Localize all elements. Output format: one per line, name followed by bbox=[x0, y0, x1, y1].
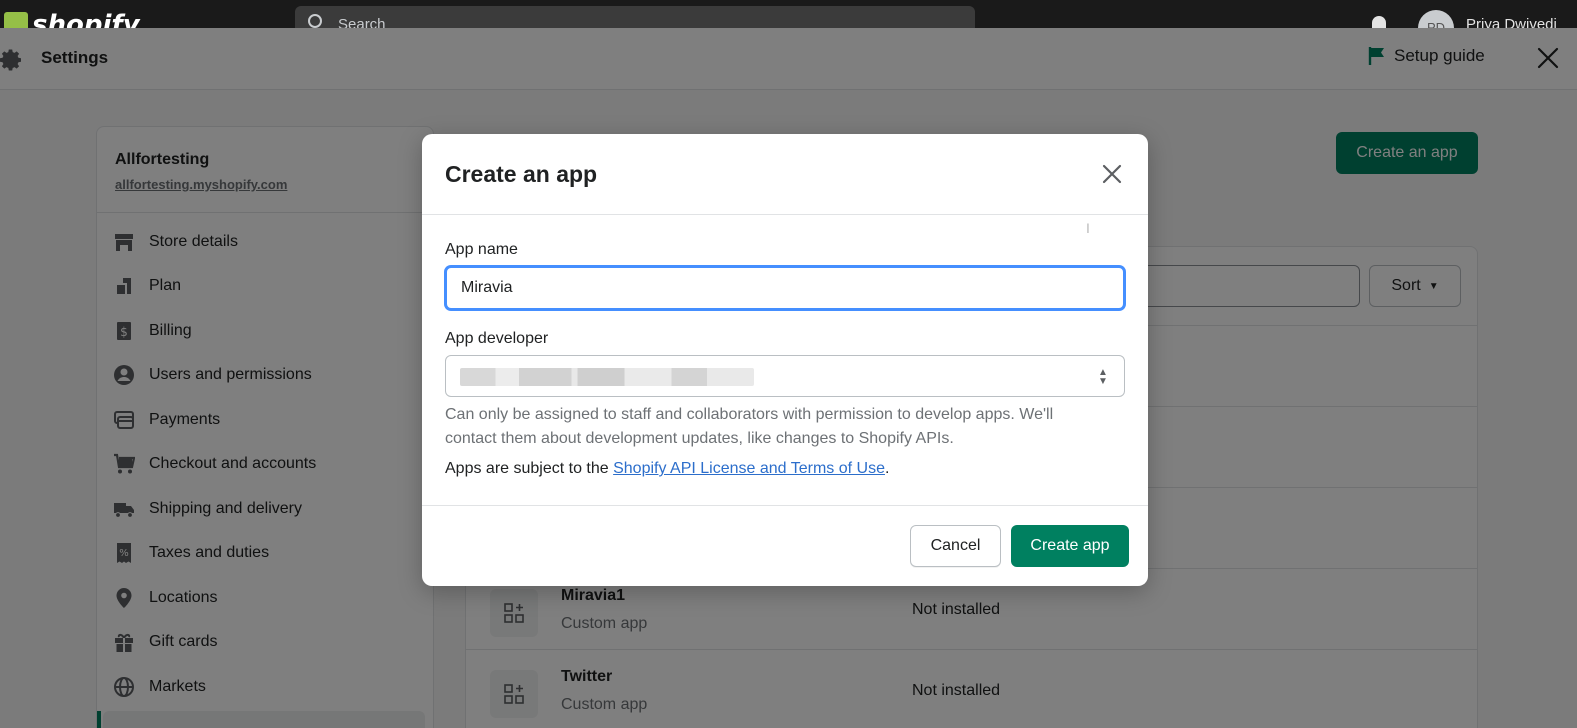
avatar[interactable]: PD bbox=[1418, 10, 1454, 28]
modal-footer: Cancel Create app bbox=[422, 505, 1148, 586]
search-icon bbox=[308, 14, 322, 28]
bell-icon[interactable] bbox=[1372, 16, 1386, 28]
developer-help-text: Can only be assigned to staff and collab… bbox=[445, 406, 1054, 447]
app-name-label: App name bbox=[445, 241, 518, 258]
create-app-button[interactable]: Create app bbox=[1011, 525, 1129, 567]
shopify-logo: shopify bbox=[32, 10, 140, 28]
close-icon[interactable] bbox=[1098, 160, 1126, 188]
app-developer-select[interactable]: ▲ ▼ bbox=[445, 355, 1125, 397]
shopify-logo-icon bbox=[4, 12, 28, 28]
terms-text: Apps are subject to the Shopify API Lice… bbox=[445, 460, 889, 478]
modal-title: Create an app bbox=[445, 161, 598, 187]
admin-search-bar[interactable] bbox=[295, 6, 975, 28]
create-app-modal: Create an app I App name App developer ▲… bbox=[422, 134, 1148, 586]
modal-header: Create an app bbox=[422, 134, 1148, 215]
user-name[interactable]: Priya Dwivedi bbox=[1466, 16, 1557, 28]
select-arrows-icon: ▲ ▼ bbox=[1098, 367, 1108, 387]
cancel-button[interactable]: Cancel bbox=[910, 525, 1001, 567]
search-placeholder: Search bbox=[338, 16, 386, 28]
terms-prefix: Apps are subject to the bbox=[445, 460, 614, 477]
terms-link[interactable]: Shopify API License and Terms of Use bbox=[613, 460, 885, 477]
app-name-input[interactable] bbox=[445, 266, 1125, 310]
admin-topbar: shopify Search PD Priya Dwivedi bbox=[0, 0, 1577, 28]
terms-suffix: . bbox=[884, 460, 890, 477]
text-cursor-icon: I bbox=[1086, 220, 1090, 236]
redacted-developer-value bbox=[460, 368, 754, 386]
app-developer-label: App developer bbox=[445, 330, 549, 347]
